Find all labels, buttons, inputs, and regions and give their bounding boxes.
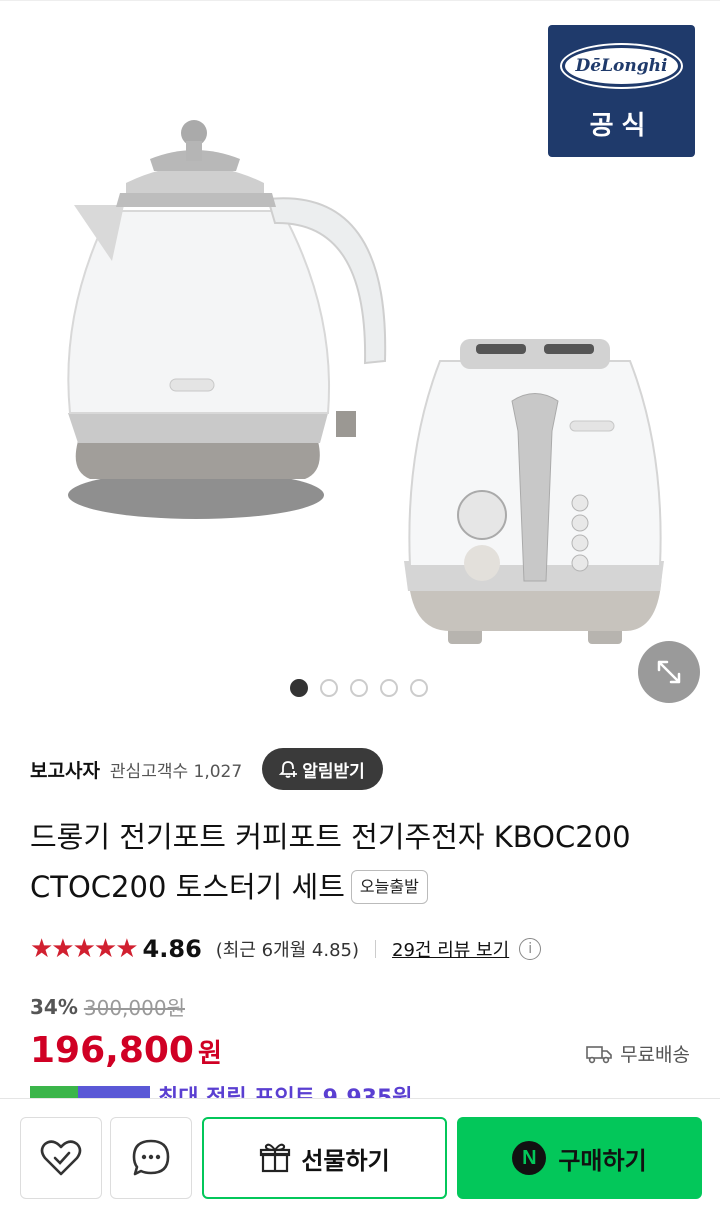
currency-unit: 원 [197, 1039, 222, 1069]
chat-button[interactable] [110, 1117, 192, 1199]
today-shipping-chip: 오늘출발 [350, 870, 428, 904]
buy-button[interactable]: N 구매하기 [457, 1117, 702, 1199]
store-row: 보고사자 관심고객수 1,027 알림받기 [30, 748, 383, 790]
product-page: DēLonghi 공식 보고사자 관심고객수 1,027 알림받기 드롱기 전기… [0, 0, 720, 1225]
alarm-subscribe-button[interactable]: 알림받기 [262, 748, 383, 790]
expand-image-button[interactable] [638, 641, 700, 703]
divider [375, 940, 377, 958]
sale-price-row: 196,800 원 [30, 1030, 222, 1071]
chat-bubble-icon [132, 1139, 170, 1176]
rating-row: ★★★★★ 4.86 (최근 6개월 4.85) 29건 리뷰 보기 i [30, 932, 542, 966]
truck-icon [586, 1045, 612, 1063]
rating-score: 4.86 [142, 935, 202, 963]
gift-icon [260, 1143, 291, 1173]
points-strip: 최대 적립 포인트 9,935원 [30, 1086, 413, 1098]
rating-stars: ★★★★★ [30, 934, 139, 964]
gift-label: 선물하기 [301, 1146, 390, 1175]
product-image-gallery[interactable]: DēLonghi 공식 [0, 0, 720, 722]
alarm-label: 알림받기 [302, 761, 365, 782]
kettle-illustration [67, 120, 387, 519]
expand-icon [657, 660, 681, 684]
official-label: 공식 [589, 111, 654, 141]
toaster-illustration [404, 339, 664, 644]
membership-badge [30, 1086, 150, 1098]
gallery-dot[interactable] [320, 679, 338, 697]
gallery-pagination [290, 679, 428, 697]
sale-price: 196,800 [30, 1030, 194, 1071]
naver-pay-icon: N [512, 1141, 547, 1175]
recent-rating: (최근 6개월 4.85) [215, 940, 360, 961]
gallery-dot[interactable] [290, 679, 308, 697]
original-price: 300,000원 [83, 996, 185, 1020]
gallery-dot[interactable] [410, 679, 428, 697]
brand-official-badge: DēLonghi 공식 [548, 25, 695, 157]
info-icon[interactable]: i [519, 938, 542, 960]
bottom-action-bar: 선물하기 N 구매하기 [0, 1098, 720, 1225]
brand-logo: DēLonghi [560, 43, 683, 89]
discount-row: 34% 300,000원 [30, 992, 185, 1021]
shipping-info: 무료배송 [586, 1040, 690, 1067]
shipping-label: 무료배송 [620, 1044, 690, 1066]
product-title: 드롱기 전기포트 커피포트 전기주전자 KBOC200 CTOC200 토스터기… [30, 812, 700, 912]
discount-rate: 34% [30, 994, 78, 1019]
wishlist-button[interactable] [20, 1117, 102, 1199]
product-title-text: 드롱기 전기포트 커피포트 전기주전자 KBOC200 CTOC200 토스터기… [30, 820, 631, 904]
gallery-dot[interactable] [380, 679, 398, 697]
bell-plus-icon [279, 761, 298, 778]
store-name[interactable]: 보고사자 [30, 756, 100, 783]
gift-button[interactable]: 선물하기 [202, 1117, 447, 1199]
heart-check-icon [40, 1140, 82, 1176]
buy-label: 구매하기 [558, 1146, 647, 1175]
gallery-dot[interactable] [350, 679, 368, 697]
max-points-text: 최대 적립 포인트 9,935원 [158, 1086, 413, 1098]
store-fans-count: 관심고객수 1,027 [109, 761, 243, 782]
review-link[interactable]: 29건 리뷰 보기 [392, 936, 509, 962]
brand-logo-text: DēLonghi [575, 56, 668, 76]
